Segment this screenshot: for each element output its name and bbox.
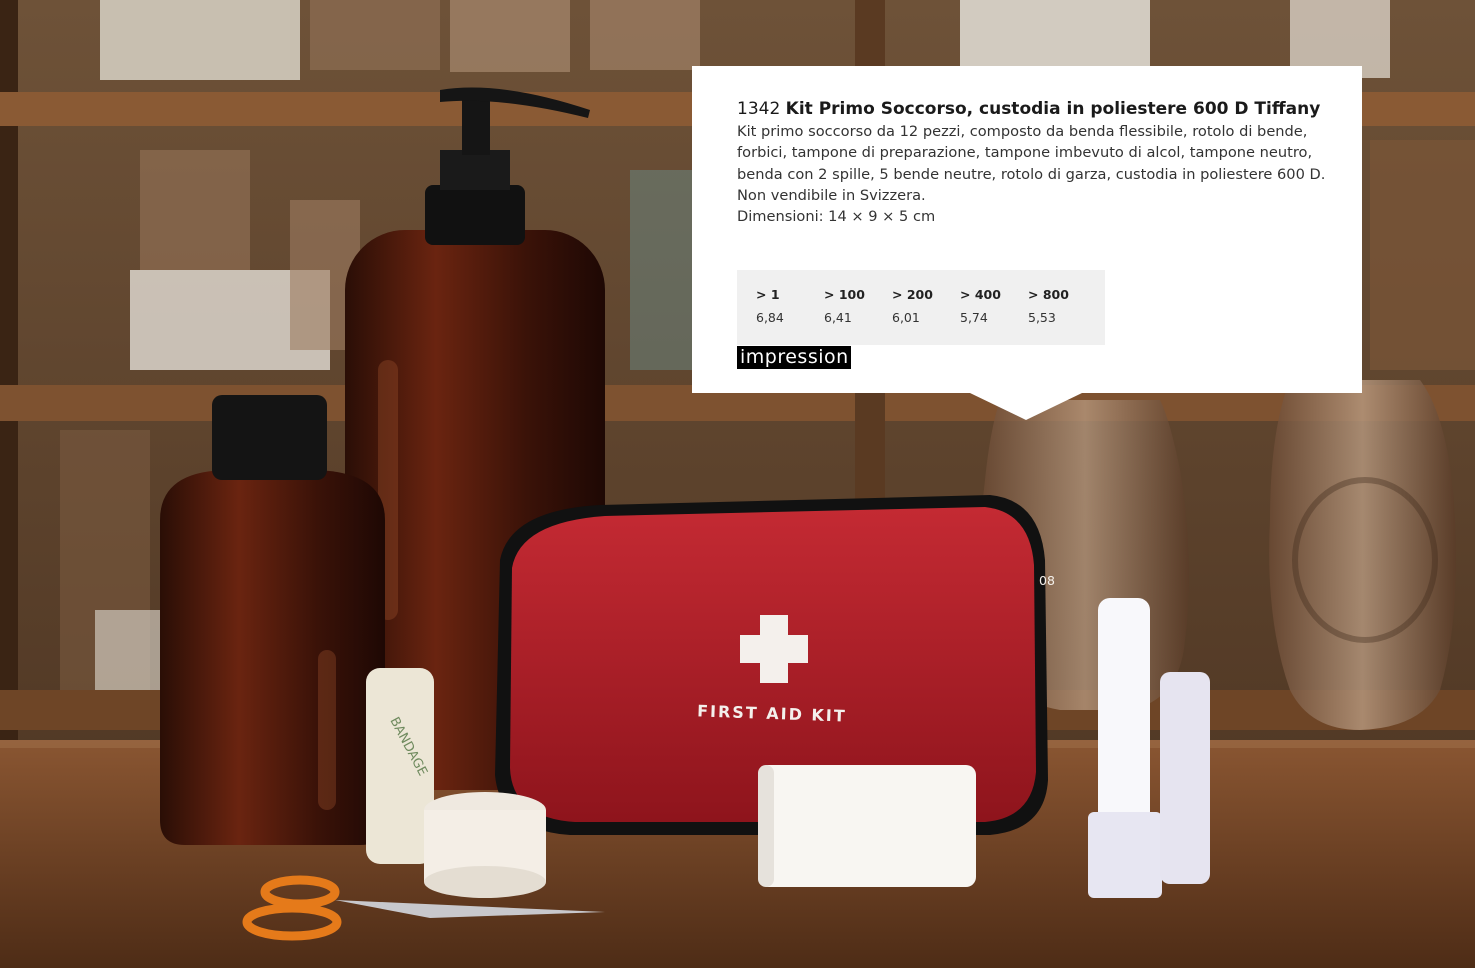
unit-price: 6,41 — [824, 310, 852, 326]
page-number: 08 — [1039, 573, 1055, 588]
product-name: Kit Primo Soccorso, custodia in polieste… — [785, 99, 1321, 119]
card-pointer — [970, 393, 1082, 420]
unit-price: 5,74 — [960, 310, 988, 326]
product-info-card: 1342 Kit Primo Soccorso, custodia in pol… — [692, 66, 1362, 420]
product-dimensions: Dimensioni: 14 × 9 × 5 cm — [737, 208, 936, 226]
price-column: > 800 5,53 — [1028, 287, 1096, 326]
unit-price: 6,01 — [892, 310, 920, 326]
unit-price: 5,53 — [1028, 310, 1056, 326]
product-title: 1342 Kit Primo Soccorso, custodia in pol… — [737, 98, 1320, 120]
price-column: > 200 6,01 — [892, 287, 960, 326]
product-description: Kit primo soccorso da 12 pezzi, composto… — [737, 123, 1326, 204]
product-description-block: Kit primo soccorso da 12 pezzi, composto… — [737, 121, 1327, 227]
price-table: > 1 6,84 > 100 6,41 > 200 6,01 > 400 5,7… — [737, 270, 1105, 346]
price-column: > 1 6,84 — [756, 287, 824, 326]
quantity-tier: > 200 — [892, 287, 933, 303]
quantity-tier: > 100 — [824, 287, 865, 303]
product-code: 1342 — [737, 99, 781, 119]
quantity-tier: > 400 — [960, 287, 1001, 303]
price-column: > 400 5,74 — [960, 287, 1028, 326]
quantity-tier: > 800 — [1028, 287, 1069, 303]
brand-logo: impression — [737, 346, 851, 370]
quantity-tier: > 1 — [756, 287, 780, 303]
price-column: > 100 6,41 — [824, 287, 892, 326]
unit-price: 6,84 — [756, 310, 784, 326]
